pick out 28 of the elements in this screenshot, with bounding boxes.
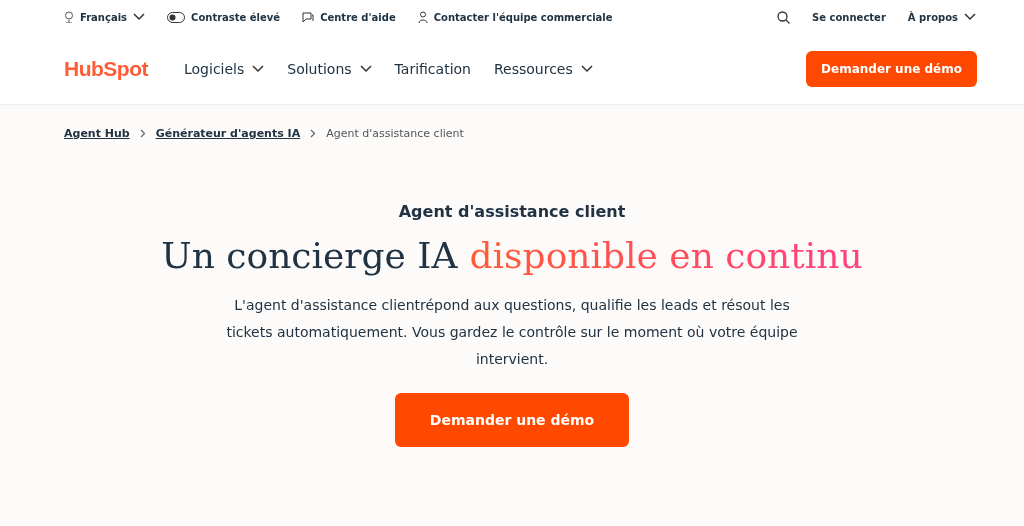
globe-icon bbox=[64, 11, 74, 23]
nav-item[interactable]: Solutions bbox=[287, 61, 372, 77]
language-menu[interactable]: Français bbox=[80, 11, 128, 23]
hero-description: L'agent d'assistance clientrépond aux questions, qualifie les leads et résout les tickets automatiquement. Vous gardez le contrôle sur le moment où votre équipe intervient. bbox=[225, 296, 799, 369]
search-icon[interactable] bbox=[777, 10, 791, 24]
nav-item[interactable]: Logiciels bbox=[184, 61, 265, 77]
chevron-down-icon bbox=[359, 65, 372, 73]
chevron-down-icon bbox=[252, 65, 265, 73]
help-link[interactable]: Centre d'aide bbox=[320, 11, 396, 23]
hero-title: Un concierge IA bbox=[161, 235, 458, 276]
breadcrumb-link[interactable]: Agent Hub bbox=[64, 127, 130, 140]
nav-item[interactable]: Ressources bbox=[493, 61, 593, 77]
about-menu[interactable]: À propos bbox=[907, 11, 958, 23]
breadcrumb-link[interactable]: Générateur d'agents IA bbox=[155, 127, 301, 140]
contact-link[interactable]: Contacter l'équipe commerciale bbox=[433, 11, 613, 23]
breadcrumb-current: Agent d'assistance client bbox=[326, 127, 464, 140]
eyebrow-text: Agent d'assistance client bbox=[398, 202, 626, 221]
nav-item[interactable]: Tarification bbox=[394, 61, 471, 77]
chevron-down-icon bbox=[133, 13, 146, 21]
toggle-icon[interactable] bbox=[167, 11, 186, 23]
chevron-down-icon bbox=[580, 65, 593, 73]
login-link[interactable]: Se connecter bbox=[812, 11, 886, 23]
chat-icon bbox=[302, 11, 315, 23]
chevron-down-icon bbox=[964, 13, 976, 21]
chevron-right-icon bbox=[139, 129, 146, 138]
contrast-toggle[interactable]: Contraste élevé bbox=[191, 11, 281, 23]
person-icon bbox=[417, 11, 428, 23]
chevron-right-icon bbox=[310, 129, 317, 138]
